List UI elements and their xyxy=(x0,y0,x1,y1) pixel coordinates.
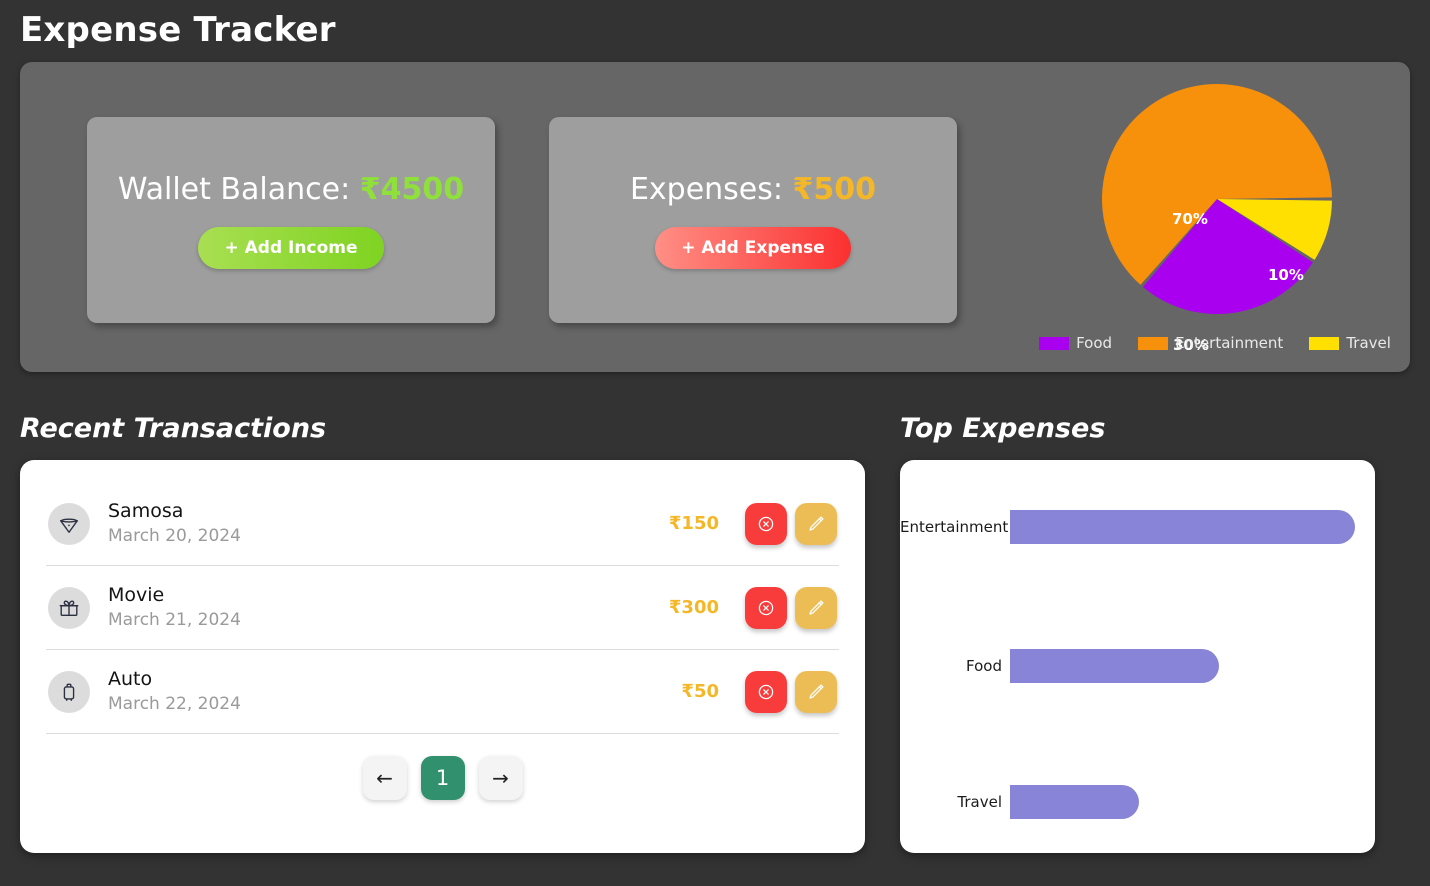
edit-transaction-button[interactable] xyxy=(795,502,837,545)
bar-track xyxy=(1010,649,1375,683)
delete-transaction-button[interactable] xyxy=(745,502,787,545)
transaction-amount: ₹150 xyxy=(668,513,719,534)
pie-label-travel: 10% xyxy=(1268,266,1304,284)
expense-pie-chart: 70% 10% 30% Food Entertainment Travel xyxy=(1020,62,1410,372)
pagination-page-1-button[interactable]: 1 xyxy=(420,756,465,800)
expenses-card: Expenses: ₹500 + Add Expense xyxy=(549,117,957,323)
transaction-row: Movie March 21, 2024 ₹300 xyxy=(46,566,839,650)
luggage-icon xyxy=(48,670,90,713)
transaction-text: Movie March 21, 2024 xyxy=(108,583,669,632)
edit-transaction-button[interactable] xyxy=(795,586,837,629)
bar-row: Food xyxy=(900,649,1375,683)
top-expenses-bars: Entertainment Food Travel xyxy=(900,460,1375,853)
legend-label-food: Food xyxy=(1076,334,1113,352)
transaction-date: March 20, 2024 xyxy=(108,525,241,546)
recent-transactions-heading: Recent Transactions xyxy=(20,413,327,444)
legend-item-travel[interactable]: Travel xyxy=(1309,334,1391,352)
transaction-date: March 21, 2024 xyxy=(108,609,241,630)
legend-swatch-travel xyxy=(1309,336,1340,350)
legend-swatch-food xyxy=(1039,336,1070,350)
pagination: ← 1 → xyxy=(46,756,839,800)
bar-fill[interactable] xyxy=(1010,510,1355,544)
add-expense-button[interactable]: + Add Expense xyxy=(655,226,851,269)
legend-label-travel: Travel xyxy=(1346,334,1391,352)
legend-swatch-entertainment xyxy=(1138,336,1169,350)
transaction-text: Samosa March 20, 2024 xyxy=(108,499,669,548)
legend-label-entertainment: Entertainment xyxy=(1175,334,1284,352)
transaction-date: March 22, 2024 xyxy=(108,693,241,714)
wallet-balance-card: Wallet Balance: ₹4500 + Add Income xyxy=(87,117,495,323)
bar-fill[interactable] xyxy=(1010,785,1139,819)
bar-track xyxy=(1010,785,1375,819)
wallet-balance-line: Wallet Balance: ₹4500 xyxy=(118,172,464,207)
transaction-row: Auto March 22, 2024 ₹50 xyxy=(46,650,839,734)
transaction-row: Samosa March 20, 2024 ₹150 xyxy=(46,482,839,566)
transaction-amount: ₹300 xyxy=(668,597,719,618)
expenses-label: Expenses: xyxy=(629,171,793,207)
bar-fill[interactable] xyxy=(1010,649,1220,683)
pizza-icon xyxy=(48,502,90,545)
transaction-text: Auto March 22, 2024 xyxy=(108,667,681,716)
wallet-balance-label: Wallet Balance: xyxy=(117,171,360,207)
legend-item-food[interactable]: Food xyxy=(1039,334,1112,352)
delete-transaction-button[interactable] xyxy=(745,670,787,713)
edit-transaction-button[interactable] xyxy=(795,670,837,713)
bar-row: Entertainment xyxy=(900,510,1375,544)
pagination-next-button[interactable]: → xyxy=(478,756,523,800)
top-expenses-heading: Top Expenses xyxy=(900,413,1106,444)
transaction-amount: ₹50 xyxy=(681,681,719,702)
top-expenses-chart-card: Entertainment Food Travel xyxy=(900,460,1375,853)
summary-panel: Wallet Balance: ₹4500 + Add Income Expen… xyxy=(20,62,1410,372)
transaction-title: Movie xyxy=(108,584,165,607)
transaction-title: Auto xyxy=(108,668,153,691)
gift-icon xyxy=(48,586,90,629)
add-income-button[interactable]: + Add Income xyxy=(198,226,384,269)
wallet-balance-amount: ₹4500 xyxy=(359,171,465,207)
bar-row: Travel xyxy=(900,785,1375,819)
pie-label-entertainment: 70% xyxy=(1172,210,1208,228)
pagination-prev-button[interactable]: ← xyxy=(362,756,407,800)
page-title: Expense Tracker xyxy=(20,10,336,50)
transaction-title: Samosa xyxy=(108,500,184,523)
app-root: Expense Tracker Wallet Balance: ₹4500 + … xyxy=(0,0,1430,886)
bar-label: Food xyxy=(966,657,1002,675)
bar-label: Entertainment xyxy=(900,518,1009,536)
legend-item-entertainment[interactable]: Entertainment xyxy=(1138,334,1283,352)
expenses-amount: ₹500 xyxy=(792,171,877,207)
transactions-list: Samosa March 20, 2024 ₹150 Movie March 21, 2… xyxy=(46,482,839,734)
bar-label: Travel xyxy=(957,793,1002,811)
delete-transaction-button[interactable] xyxy=(745,586,787,629)
bar-track xyxy=(1010,510,1375,544)
transactions-card: Samosa March 20, 2024 ₹150 Movie March 21, 2… xyxy=(20,460,865,853)
expenses-line: Expenses: ₹500 xyxy=(630,172,876,207)
pie-legend: Food Entertainment Travel xyxy=(1020,334,1410,352)
pie-svg xyxy=(1102,84,1332,315)
